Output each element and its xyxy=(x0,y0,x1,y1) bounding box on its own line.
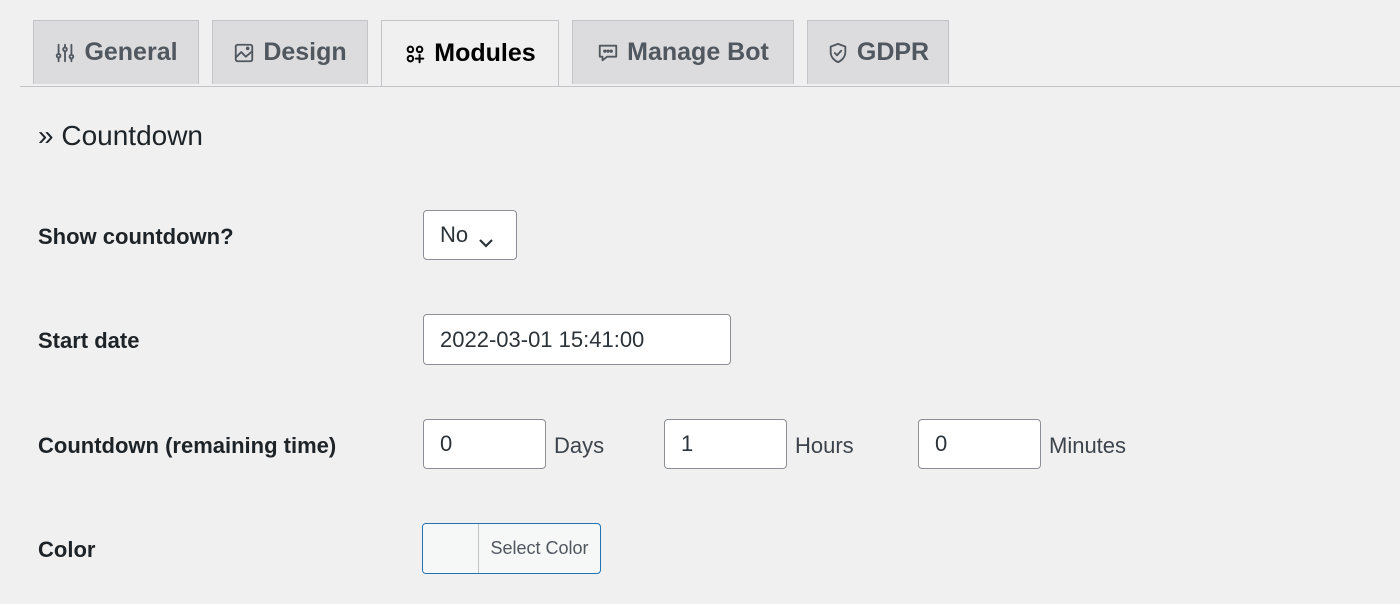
sliders-icon xyxy=(54,42,76,64)
select-color-label: Select Color xyxy=(490,538,589,558)
show-countdown-select[interactable]: No xyxy=(423,210,517,260)
hours-unit: Hours xyxy=(795,433,854,458)
chat-icon xyxy=(597,42,619,64)
tab-label: Modules xyxy=(434,39,536,67)
tab-general[interactable]: General xyxy=(33,20,199,84)
minutes-input[interactable]: 0 xyxy=(918,419,1041,469)
select-color-button[interactable]: Select Color xyxy=(422,523,601,574)
start-date-label: Start date xyxy=(38,328,140,353)
color-swatch xyxy=(423,524,479,573)
start-date-input[interactable]: 2022-03-01 15:41:00 xyxy=(423,314,731,365)
tab-label: Design xyxy=(263,38,347,66)
tab-manage-bot[interactable]: Manage Bot xyxy=(572,20,794,84)
chevron-down-icon xyxy=(478,229,494,248)
tab-modules[interactable]: Modules xyxy=(381,20,559,86)
show-countdown-label: Show countdown? xyxy=(38,224,234,249)
tab-label: GDPR xyxy=(856,38,930,66)
remaining-time-label: Countdown (remaining time) xyxy=(38,433,337,458)
tab-design[interactable]: Design xyxy=(212,20,368,84)
minutes-unit: Minutes xyxy=(1049,433,1127,458)
image-icon xyxy=(233,42,255,64)
tab-gdpr[interactable]: GDPR xyxy=(807,20,949,84)
days-unit: Days xyxy=(554,433,605,458)
tab-label: General xyxy=(84,38,178,66)
settings-tabs: General Design Modules Manage Bot GDPR xyxy=(20,20,1400,87)
tab-label: Manage Bot xyxy=(627,38,769,66)
select-value: No xyxy=(440,222,469,247)
section-title: » Countdown xyxy=(38,120,204,151)
shield-check-icon xyxy=(827,42,849,64)
color-label: Color xyxy=(38,537,96,562)
days-input[interactable]: 0 xyxy=(423,419,546,469)
modules-icon xyxy=(404,43,426,65)
hours-input[interactable]: 1 xyxy=(664,419,787,469)
